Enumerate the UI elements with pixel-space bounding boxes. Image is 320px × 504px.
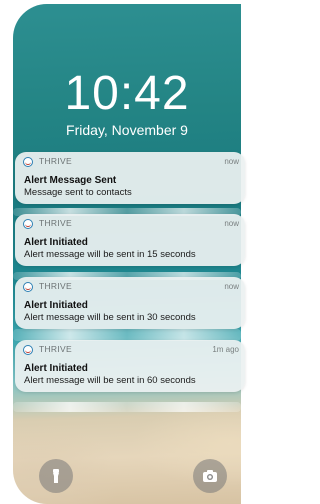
notification-title: Alert Initiated <box>24 300 88 311</box>
notification-title: Alert Initiated <box>24 363 88 374</box>
camera-button[interactable] <box>193 459 227 493</box>
notification-app-name: THRIVE <box>39 156 72 166</box>
notification-app-name: THRIVE <box>39 281 72 291</box>
notification-body: Alert message will be sent in 60 seconds <box>24 375 196 386</box>
flashlight-icon <box>53 469 59 483</box>
notification-header: THRIVE now <box>15 152 245 172</box>
notification-time: now <box>224 157 239 166</box>
flashlight-button[interactable] <box>39 459 73 493</box>
thrive-app-icon <box>23 345 33 355</box>
wave-foam <box>13 402 241 412</box>
notification-card[interactable]: THRIVE 1m ago Alert Initiated Alert mess… <box>15 340 245 392</box>
notification-card[interactable]: THRIVE now Alert Message Sent Message se… <box>15 152 245 204</box>
camera-icon <box>203 470 217 482</box>
notification-time: now <box>224 219 239 228</box>
notification-body: Alert message will be sent in 15 seconds <box>24 249 196 260</box>
notification-card[interactable]: THRIVE now Alert Initiated Alert message… <box>15 214 245 266</box>
notification-title: Alert Message Sent <box>24 175 117 186</box>
thrive-app-icon <box>23 219 33 229</box>
notification-time: 1m ago <box>212 345 239 354</box>
notification-body: Message sent to contacts <box>24 187 132 198</box>
notification-app-name: THRIVE <box>39 218 72 228</box>
lock-date: Friday, November 9 <box>66 122 188 138</box>
notification-header: THRIVE 1m ago <box>15 340 245 360</box>
notification-body: Alert message will be sent in 30 seconds <box>24 312 196 323</box>
notification-header: THRIVE now <box>15 214 245 234</box>
notification-title: Alert Initiated <box>24 237 88 248</box>
lock-clock: 10:42 <box>64 67 190 120</box>
notification-time: now <box>224 282 239 291</box>
notification-card[interactable]: THRIVE now Alert Initiated Alert message… <box>15 277 245 329</box>
thrive-app-icon <box>23 157 33 167</box>
thrive-app-icon <box>23 282 33 292</box>
notification-app-name: THRIVE <box>39 344 72 354</box>
notification-header: THRIVE now <box>15 277 245 297</box>
